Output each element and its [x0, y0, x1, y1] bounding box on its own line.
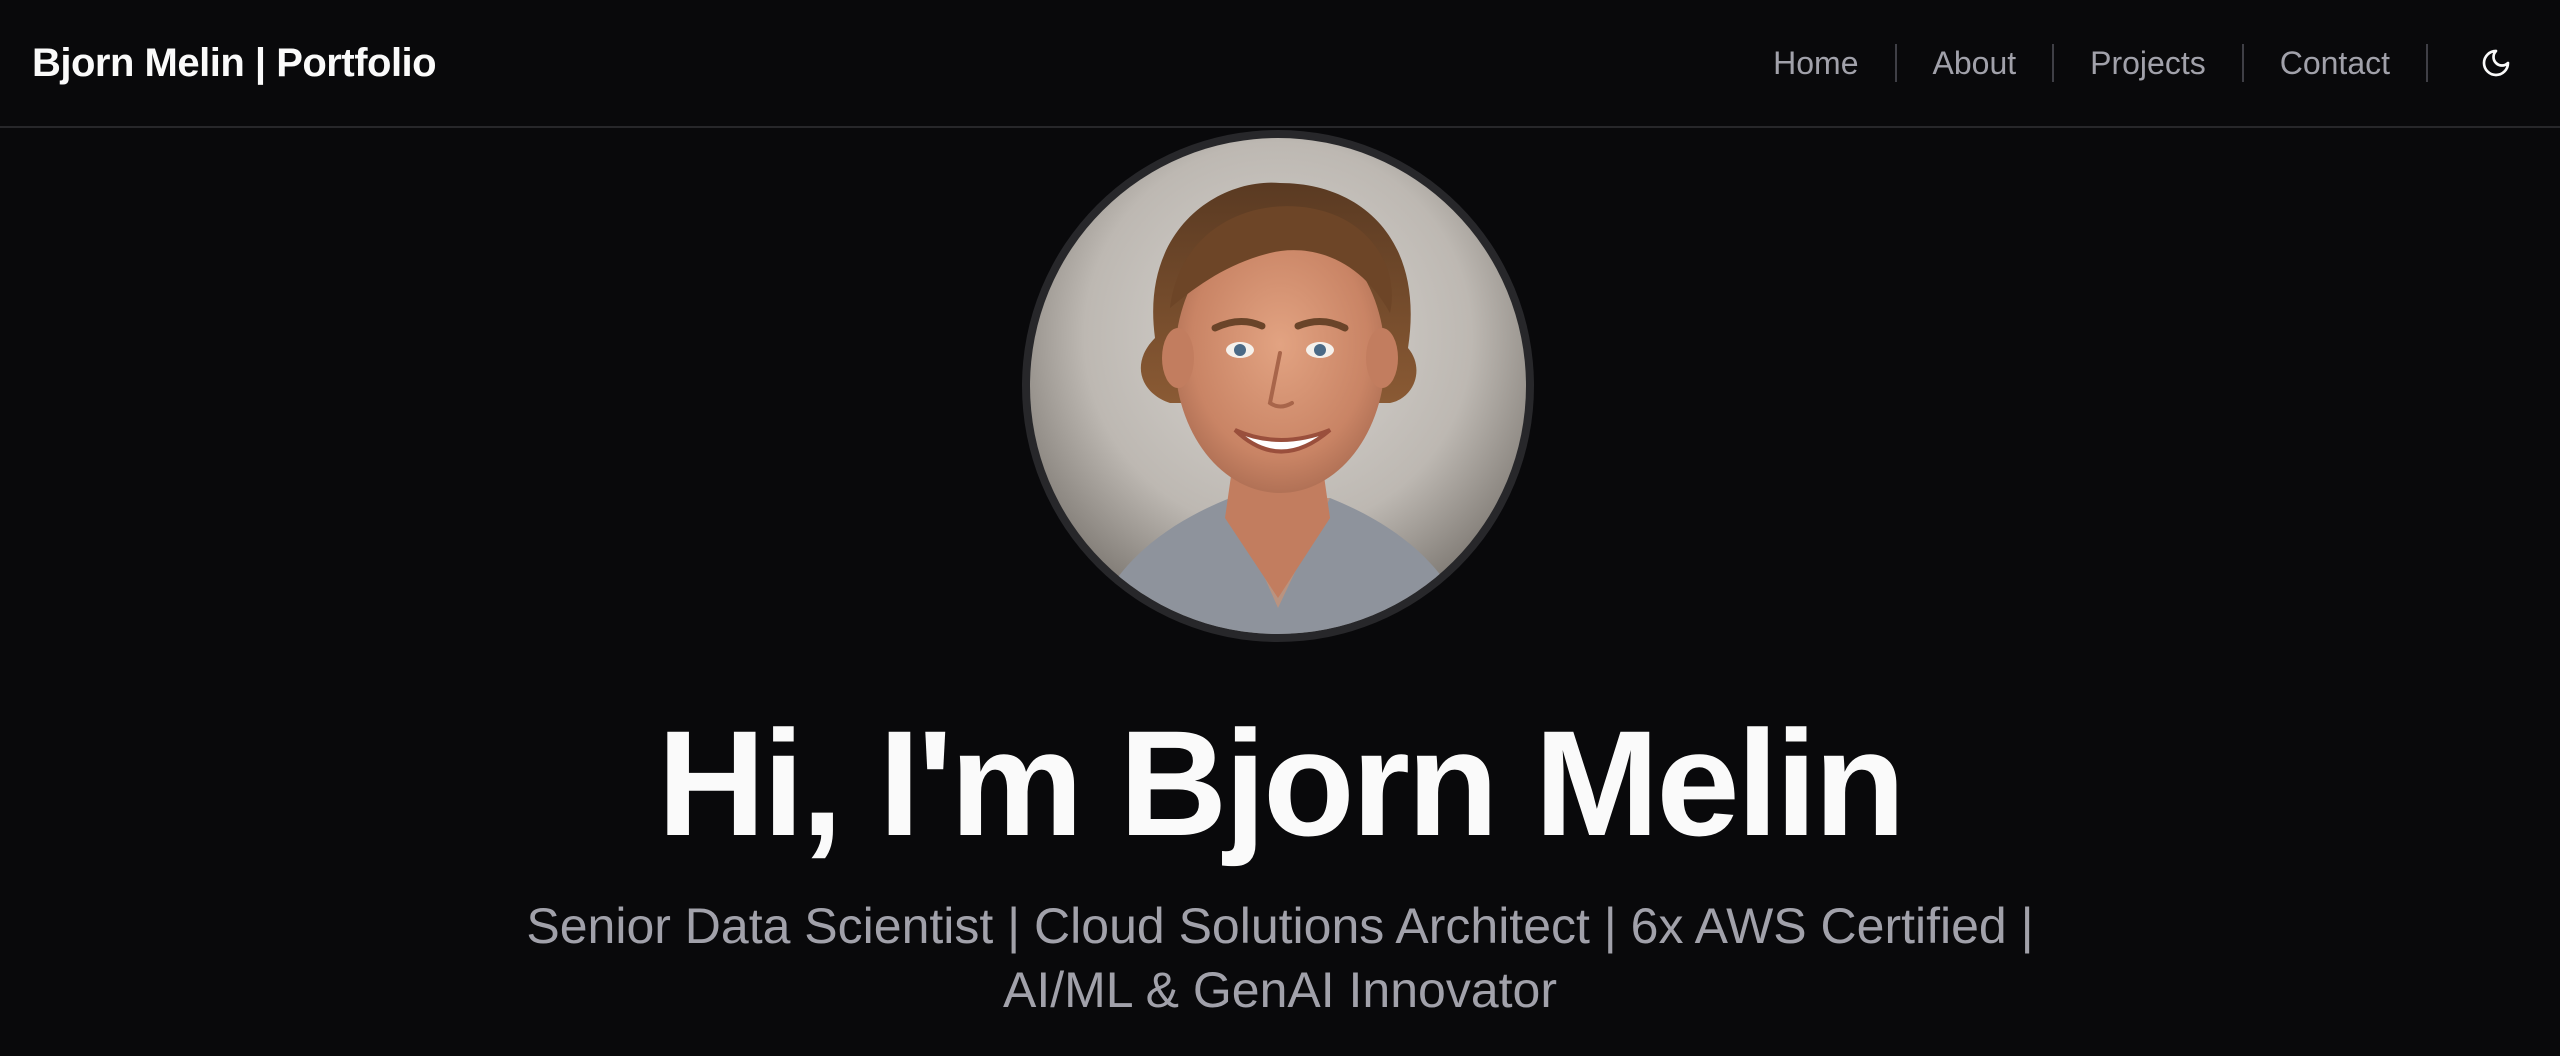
theme-toggle-button[interactable]: [2464, 31, 2528, 95]
top-navbar: Bjorn Melin | Portfolio Home About Proje…: [0, 0, 2560, 128]
avatar-frame: [1022, 130, 1534, 642]
profile-photo: [1030, 138, 1526, 634]
hero-headline: Hi, I'm Bjorn Melin: [657, 699, 1905, 867]
avatar: [1030, 138, 1526, 634]
nav-divider: [2426, 44, 2428, 82]
nav-link-about[interactable]: About: [1897, 43, 2053, 83]
main-nav: Home About Projects Contact: [1737, 0, 2560, 126]
nav-link-home[interactable]: Home: [1737, 43, 1894, 83]
hero-subtitle: Senior Data Scientist | Cloud Solutions …: [526, 898, 2034, 1018]
nav-link-projects[interactable]: Projects: [2054, 43, 2242, 83]
moon-icon: [2482, 49, 2510, 77]
hero-section: Hi, I'm Bjorn Melin Senior Data Scientis…: [0, 128, 2560, 1056]
nav-link-contact[interactable]: Contact: [2244, 43, 2426, 83]
site-brand[interactable]: Bjorn Melin | Portfolio: [32, 38, 437, 88]
